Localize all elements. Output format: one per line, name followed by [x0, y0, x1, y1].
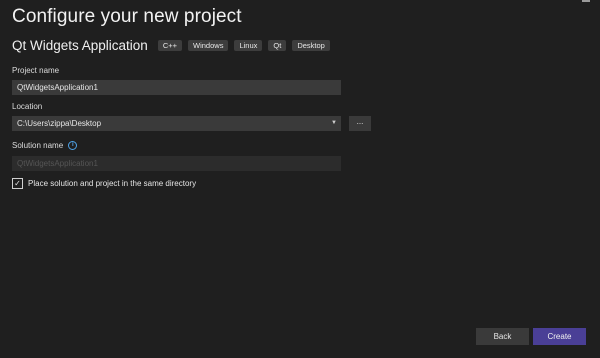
tag-windows: Windows	[188, 39, 229, 52]
location-label: Location	[12, 102, 43, 111]
location-value: C:\Users\zippa\Desktop	[17, 119, 102, 128]
template-header: Qt Widgets Application C++ Windows Linux…	[12, 38, 336, 53]
minimize-icon[interactable]	[582, 0, 590, 2]
solution-name-label: Solution name	[12, 141, 64, 150]
back-button[interactable]: Back	[476, 328, 529, 345]
info-icon[interactable]: i	[68, 141, 78, 151]
template-name: Qt Widgets Application	[12, 38, 148, 53]
same-directory-label[interactable]: Place solution and project in the same d…	[28, 179, 196, 188]
tag-qt: Qt	[268, 39, 287, 52]
solution-name-input: QtWidgetsApplication1	[12, 156, 341, 171]
location-select[interactable]: C:\Users\zippa\Desktop ▼	[12, 116, 341, 131]
configure-project-dialog: Configure your new project Qt Widgets Ap…	[0, 0, 600, 358]
tag-linux: Linux	[234, 39, 263, 52]
chevron-down-icon[interactable]: ▼	[331, 116, 337, 131]
project-name-input[interactable]: QtWidgetsApplication1	[12, 80, 341, 95]
solution-name-label-row: Solution name i	[12, 141, 78, 151]
project-name-label: Project name	[12, 66, 60, 75]
browse-button[interactable]: ...	[349, 116, 371, 131]
tag-desktop: Desktop	[292, 39, 330, 52]
same-directory-option[interactable]: ✓ Place solution and project in the same…	[12, 178, 196, 189]
tag-cpp: C++	[157, 39, 183, 52]
same-directory-checkbox[interactable]: ✓	[12, 178, 23, 189]
page-title: Configure your new project	[12, 6, 242, 27]
create-button[interactable]: Create	[533, 328, 586, 345]
